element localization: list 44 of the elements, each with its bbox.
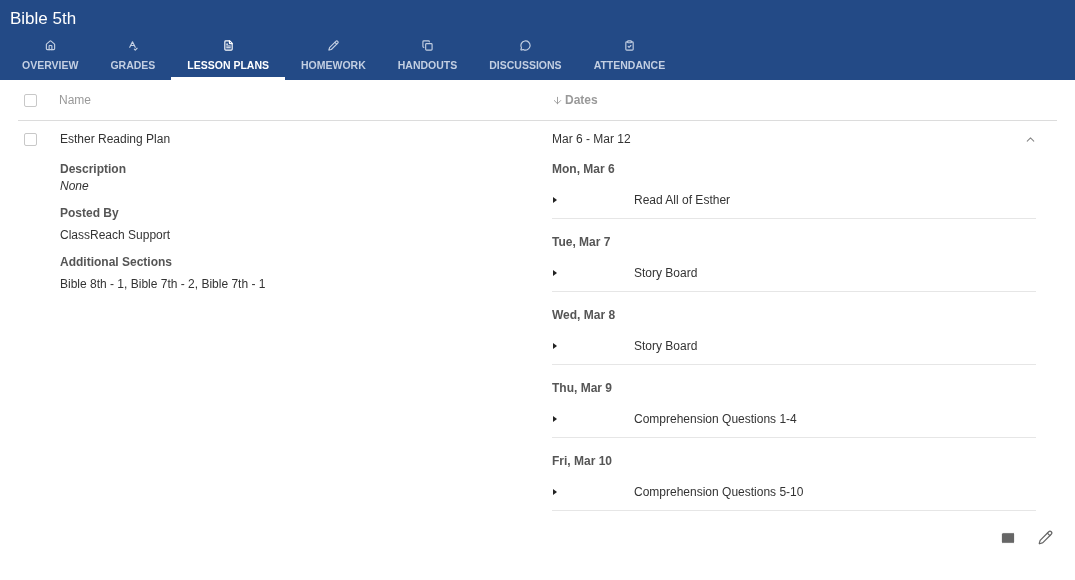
document-icon — [222, 40, 234, 51]
caret-icon[interactable] — [553, 343, 557, 349]
day-heading: Wed, Mar 8 — [552, 307, 617, 324]
column-header[interactable]: Name — [54, 91, 534, 109]
nav-tab[interactable]: GRADES — [94, 36, 172, 80]
assignment-title[interactable]: Story Board — [634, 264, 698, 282]
caret-icon[interactable] — [553, 197, 557, 203]
day-heading: Tue, Mar 7 — [552, 234, 612, 251]
home-icon — [44, 40, 56, 51]
page-title: Bible 5th — [9, 8, 78, 30]
day-heading: Thu, Mar 9 — [552, 380, 613, 397]
assignment-title[interactable]: Read All of Esther — [634, 191, 731, 209]
detail-label: Description — [60, 161, 127, 178]
detail-label: Posted By — [60, 205, 120, 222]
chat-bubble-icon — [519, 40, 531, 51]
nav-tab[interactable]: HANDOUTS — [381, 36, 474, 80]
spellcheck-icon — [127, 40, 139, 51]
nav-tab[interactable]: ATTENDANCE — [577, 36, 682, 80]
assignment-title[interactable]: Story Board — [634, 337, 698, 355]
nav-tab[interactable]: LESSON PLANS — [171, 36, 286, 80]
pencil-icon — [327, 40, 339, 51]
copy-icon — [422, 40, 434, 51]
edit-icon[interactable] — [1038, 530, 1053, 545]
caret-icon[interactable] — [553, 489, 557, 495]
detail-value: Bible 8th - 1, Bible 7th - 2, Bible 7th - 1 — [60, 276, 267, 293]
day-heading: Mon, Mar 6 — [552, 161, 616, 178]
caret-icon[interactable] — [553, 416, 557, 422]
detail-label: Additional Sections — [60, 254, 173, 271]
assignment-title[interactable]: Comprehension Questions 5-10 — [634, 483, 804, 501]
checkbox[interactable] — [24, 93, 37, 107]
column-header[interactable]: Dates — [565, 91, 598, 109]
detail-value: None — [60, 178, 90, 195]
caret-icon[interactable] — [553, 270, 557, 276]
sort-arrow-icon — [552, 94, 563, 106]
nav-tab[interactable]: DISCUSSIONS — [473, 36, 578, 80]
clipboard-check-icon — [623, 40, 635, 51]
nav-tab[interactable]: HOMEWORK — [285, 36, 382, 80]
date-range: Mar 6 - Mar 12 — [551, 131, 632, 148]
nav-tab[interactable]: OVERVIEW — [6, 36, 95, 80]
detail-value: ClassReach Support — [60, 227, 172, 244]
assignment-title[interactable]: Comprehension Questions 1-4 — [634, 410, 797, 428]
checkbox[interactable] — [24, 132, 37, 146]
day-heading: Fri, Mar 10 — [552, 453, 614, 470]
lesson-plan-name[interactable]: Esther Reading Plan — [54, 130, 534, 148]
